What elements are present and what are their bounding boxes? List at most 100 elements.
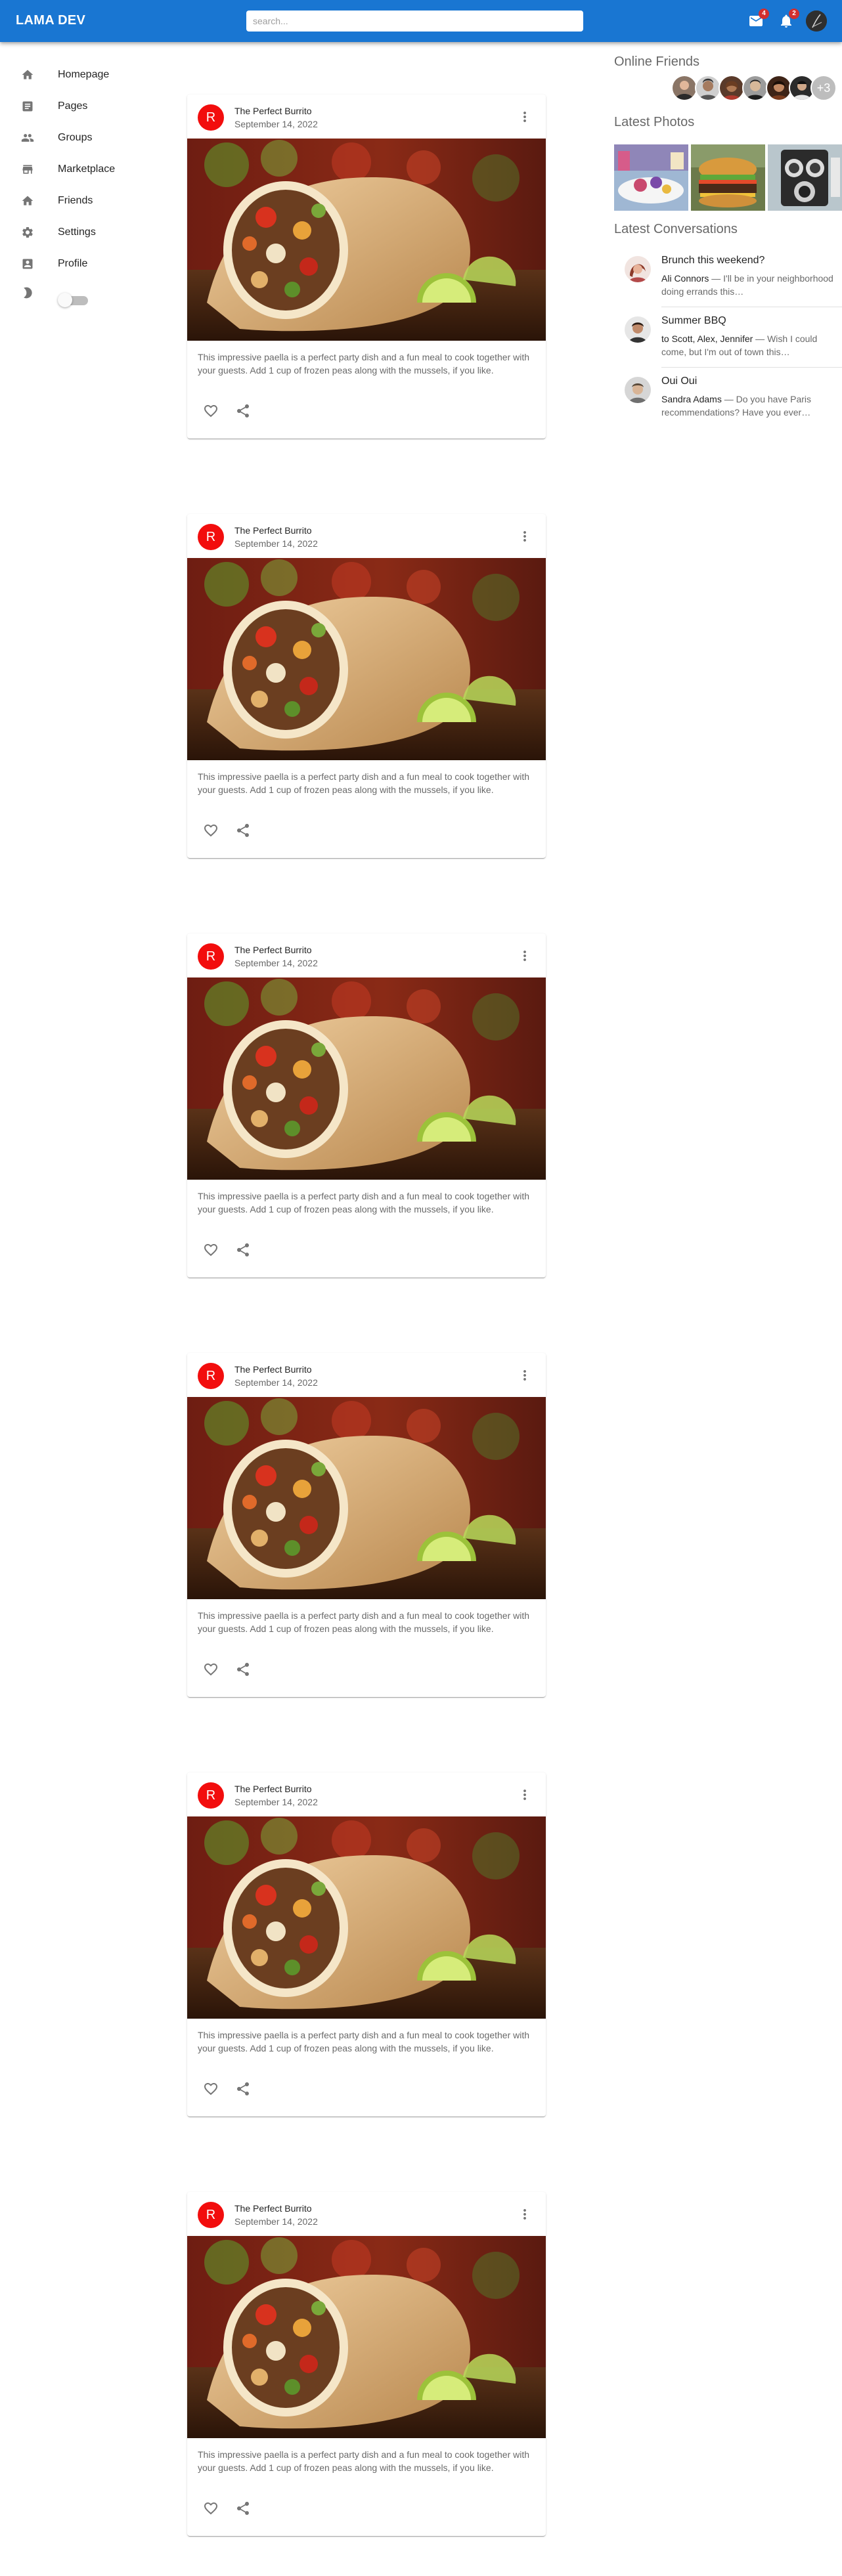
heart-icon	[203, 2083, 219, 2099]
share-icon	[235, 824, 251, 841]
like-button[interactable]	[203, 823, 219, 838]
sidebar-item-label: Marketplace	[58, 163, 116, 175]
share-button[interactable]	[235, 1662, 251, 1677]
more-options-button[interactable]	[517, 1367, 533, 1383]
post-date: September 14, 2022	[234, 538, 318, 549]
online-friends-more[interactable]: +3	[810, 75, 837, 101]
article-icon	[22, 101, 33, 112]
conversation-item[interactable]: Summer BBQ to Scott, Alex, Jennifer — Wi…	[614, 311, 842, 370]
share-icon	[235, 404, 251, 421]
heart-icon	[203, 825, 219, 841]
sidebar-item-groups[interactable]: Groups	[0, 122, 171, 154]
conversation-sender: Sandra Adams	[661, 394, 722, 404]
mail-button[interactable]: 4	[748, 9, 769, 29]
sidebar-item-settings[interactable]: Settings	[0, 217, 171, 248]
post-text: This impressive paella is a perfect part…	[198, 1610, 530, 1634]
share-button[interactable]	[235, 1242, 251, 1258]
conversation-item[interactable]: Oui Oui Sandra Adams — Do you have Paris…	[614, 372, 842, 431]
share-button[interactable]	[235, 2501, 251, 2516]
dark-mode-switch[interactable]	[58, 293, 91, 307]
sidebar-item-profile[interactable]: Profile	[0, 248, 171, 280]
post-date: September 14, 2022	[234, 958, 318, 968]
post-date: September 14, 2022	[234, 1797, 318, 1807]
switch-thumb[interactable]	[58, 293, 72, 307]
post-avatar[interactable]: R	[198, 1782, 224, 1809]
post-text: This impressive paella is a perfect part…	[198, 2030, 530, 2053]
share-icon	[235, 1663, 251, 1680]
conversation-preview: Sandra Adams — Do you have Paris recomme…	[661, 393, 833, 419]
sidebar-item-marketplace[interactable]: Marketplace	[0, 154, 171, 185]
sidebar-item-label: Friends	[58, 195, 93, 206]
post-title: The Perfect Burrito	[234, 525, 312, 536]
post-title: The Perfect Burrito	[234, 1364, 312, 1375]
latest-photo-tile[interactable]	[614, 144, 688, 211]
home-icon	[22, 196, 33, 205]
conversation-divider	[661, 367, 842, 368]
post-image	[187, 1397, 546, 1599]
more-options-button[interactable]	[517, 948, 533, 964]
account-box-icon	[22, 259, 33, 269]
dark-mode-icon	[24, 287, 32, 299]
post-title: The Perfect Burrito	[234, 2203, 312, 2214]
like-button[interactable]	[203, 403, 219, 419]
post-text: This impressive paella is a perfect part…	[198, 2449, 530, 2473]
share-button[interactable]	[235, 823, 251, 838]
post-title: The Perfect Burrito	[234, 945, 312, 955]
post-avatar[interactable]: R	[198, 104, 224, 131]
friend-avatar[interactable]	[671, 75, 698, 101]
more-vert-icon	[517, 531, 533, 547]
more-options-button[interactable]	[517, 528, 533, 544]
conversation-item[interactable]: Brunch this weekend? Ali Connors — I'll …	[614, 251, 842, 310]
more-options-button[interactable]	[517, 1787, 533, 1803]
search-box[interactable]	[246, 11, 583, 32]
sidebar-item-label: Settings	[58, 226, 96, 238]
sidebar-item-pages[interactable]: Pages	[0, 91, 171, 122]
more-vert-icon	[517, 1370, 533, 1386]
notifications-button[interactable]: 2	[778, 9, 799, 29]
post-avatar[interactable]: R	[198, 1363, 224, 1389]
like-button[interactable]	[203, 2501, 219, 2516]
conversation-avatar	[625, 377, 651, 403]
search-input[interactable]	[253, 11, 577, 32]
post-text: This impressive paella is a perfect part…	[198, 352, 530, 376]
friend-avatar[interactable]	[695, 75, 721, 101]
post-image	[187, 558, 546, 760]
sidebar-item-label: Profile	[58, 258, 88, 269]
post-image	[187, 139, 546, 341]
conversation-title: Brunch this weekend?	[661, 255, 765, 266]
sidebar-item-label: Homepage	[58, 69, 110, 80]
friend-avatar[interactable]	[766, 75, 792, 101]
user-avatar[interactable]	[806, 11, 827, 32]
app-bar: LAMA DEV 4 2	[0, 0, 842, 42]
conversation-sender: to Scott, Alex, Jennifer	[661, 333, 753, 344]
like-button[interactable]	[203, 1662, 219, 1677]
post-avatar[interactable]: R	[198, 943, 224, 970]
sidebar-item-friends[interactable]: Friends	[0, 185, 171, 217]
app-logo[interactable]: LAMA DEV	[16, 13, 85, 28]
post-card: R The Perfect Burrito September 14, 2022 Th…	[187, 1353, 546, 1697]
share-button[interactable]	[235, 403, 251, 419]
online-friends-title: Online Friends	[614, 54, 700, 69]
post-card: R The Perfect Burrito September 14, 2022 Th…	[187, 2192, 546, 2536]
post-text: This impressive paella is a perfect part…	[198, 1191, 530, 1214]
latest-photo-tile[interactable]	[691, 144, 765, 211]
post-avatar[interactable]: R	[198, 524, 224, 550]
share-button[interactable]	[235, 2081, 251, 2097]
sidebar-item-label: Pages	[58, 100, 88, 112]
more-options-button[interactable]	[517, 109, 533, 125]
sidebar-item-homepage[interactable]: Homepage	[0, 59, 171, 91]
heart-icon	[203, 405, 219, 421]
conversation-title: Oui Oui	[661, 376, 698, 387]
friend-avatar[interactable]	[719, 75, 745, 101]
latest-photo-tile[interactable]	[768, 144, 842, 211]
post-image	[187, 977, 546, 1180]
more-options-button[interactable]	[517, 2206, 533, 2222]
post-avatar[interactable]: R	[198, 2202, 224, 2228]
friend-avatar[interactable]	[742, 75, 768, 101]
like-button[interactable]	[203, 1242, 219, 1258]
user-avatar-image	[806, 11, 827, 32]
more-vert-icon	[517, 1790, 533, 1805]
conversation-sender: Ali Connors	[661, 273, 709, 284]
heart-icon	[203, 2502, 219, 2519]
like-button[interactable]	[203, 2081, 219, 2097]
